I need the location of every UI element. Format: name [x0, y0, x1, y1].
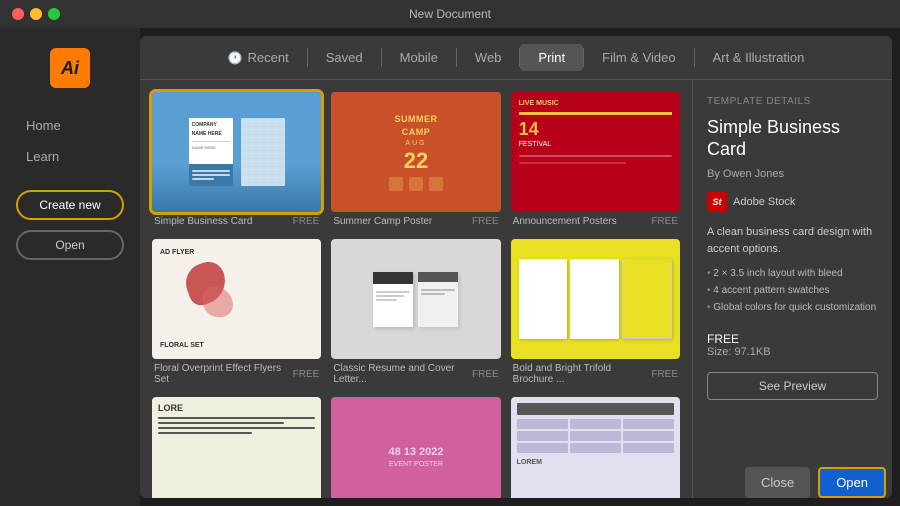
details-bullet-2: 4 accent pattern swatches — [707, 282, 878, 299]
template-thumb-calendar[interactable]: LOREM — [511, 397, 680, 498]
ai-logo: Ai — [50, 48, 90, 88]
sidebar-item-home[interactable]: Home — [16, 112, 124, 139]
new-document-dialog: 🕐 Recent Saved Mobile Web Print Film & V… — [140, 36, 892, 498]
sidebar: Ai Home Learn Create new Open — [0, 28, 140, 506]
template-item-trifold[interactable]: Bold and Bright Trifold Brochure ... FRE… — [511, 239, 680, 387]
traffic-lights — [0, 8, 60, 20]
template-thumb-pink[interactable]: 48 13 2022 EVENT POSTER — [331, 397, 500, 498]
grid-svg — [241, 118, 285, 186]
close-dialog-button[interactable]: Close — [745, 467, 810, 498]
template-thumb-trifold[interactable] — [511, 239, 680, 359]
sidebar-item-learn[interactable]: Learn — [16, 143, 124, 170]
tab-web[interactable]: Web — [457, 44, 520, 71]
window-title: New Document — [409, 7, 491, 21]
see-preview-button[interactable]: See Preview — [707, 372, 878, 400]
template-item-lorem[interactable]: LORE — [152, 397, 321, 498]
template-thumb-floral[interactable]: AD FLYER FLORAL SET — [152, 239, 321, 359]
sidebar-actions: Create new Open — [0, 190, 140, 260]
template-thumb-announcement[interactable]: LIVE MUSIC 14 FESTIVAL — [511, 92, 680, 212]
details-size: Size: 97.1KB — [707, 346, 878, 358]
template-grid-area: COMPANY NAME HERE NAME HERE — [140, 80, 692, 498]
template-item-summer-camp[interactable]: SUMMER CAMP AUG 22 — [331, 92, 500, 229]
tab-recent[interactable]: 🕐 Recent — [210, 44, 307, 71]
biz-card-front: COMPANY NAME HERE NAME HERE — [189, 118, 233, 186]
template-item-floral[interactable]: AD FLYER FLORAL SET Floral Overprint Eff… — [152, 239, 321, 387]
details-title: Simple Business Card — [707, 117, 878, 160]
template-item-resume[interactable]: Classic Resume and Cover Letter... FREE — [331, 239, 500, 387]
adobe-stock-badge: St Adobe Stock — [707, 192, 878, 212]
calendar-preview: LOREM — [511, 397, 680, 498]
template-label-trifold: Bold and Bright Trifold Brochure ... FRE… — [511, 359, 680, 387]
minimize-button[interactable] — [30, 8, 42, 20]
details-description: A clean business card design with accent… — [707, 224, 878, 257]
tabs-bar: 🕐 Recent Saved Mobile Web Print Film & V… — [140, 36, 892, 80]
tab-mobile[interactable]: Mobile — [382, 44, 456, 71]
template-item-announcement[interactable]: LIVE MUSIC 14 FESTIVAL Announcement Post… — [511, 92, 680, 229]
details-author: By Owen Jones — [707, 168, 878, 180]
template-item-pink[interactable]: 48 13 2022 EVENT POSTER — [331, 397, 500, 498]
sidebar-nav: Home Learn — [0, 112, 140, 170]
main-container: Ai Home Learn Create new Open 🕐 Recent S… — [0, 28, 900, 506]
title-bar: New Document — [0, 0, 900, 28]
floral-preview: AD FLYER FLORAL SET — [152, 239, 321, 359]
maximize-button[interactable] — [48, 8, 60, 20]
template-thumb-summer-camp[interactable]: SUMMER CAMP AUG 22 — [331, 92, 500, 212]
resume-preview — [331, 239, 500, 359]
announcement-preview: LIVE MUSIC 14 FESTIVAL — [511, 92, 680, 212]
template-thumb-resume[interactable] — [331, 239, 500, 359]
template-label-resume: Classic Resume and Cover Letter... FREE — [331, 359, 500, 387]
details-section-label: TEMPLATE DETAILS — [707, 96, 878, 107]
details-panel: TEMPLATE DETAILS Simple Business Card By… — [692, 80, 892, 498]
business-card-preview: COMPANY NAME HERE NAME HERE — [152, 92, 321, 212]
template-label-floral: Floral Overprint Effect Flyers Set FREE — [152, 359, 321, 387]
trifold-preview — [511, 239, 680, 359]
template-grid: COMPANY NAME HERE NAME HERE — [152, 92, 680, 498]
tab-art-illustration[interactable]: Art & Illustration — [695, 44, 823, 71]
tab-film-video[interactable]: Film & Video — [584, 44, 693, 71]
template-thumb-lorem[interactable]: LORE — [152, 397, 321, 498]
adobe-stock-label: Adobe Stock — [733, 196, 795, 208]
open-button[interactable]: Open — [16, 230, 124, 260]
template-thumb-business-card[interactable]: COMPANY NAME HERE NAME HERE — [152, 92, 321, 212]
pink-preview: 48 13 2022 EVENT POSTER — [331, 397, 500, 498]
template-label-business-card: Simple Business Card FREE — [152, 212, 321, 229]
create-new-button[interactable]: Create new — [16, 190, 124, 220]
template-label-announcement: Announcement Posters FREE — [511, 212, 680, 229]
details-bullet-1: 2 × 3.5 inch layout with bleed — [707, 265, 878, 282]
details-bullet-3: Global colors for quick customization — [707, 299, 878, 316]
details-bullets: 2 × 3.5 inch layout with bleed 4 accent … — [707, 265, 878, 316]
template-item-calendar[interactable]: LOREM — [511, 397, 680, 498]
open-dialog-button[interactable]: Open — [818, 467, 886, 498]
tab-saved[interactable]: Saved — [308, 44, 381, 71]
close-button[interactable] — [12, 8, 24, 20]
adobe-stock-logo: St — [707, 192, 727, 212]
template-label-summer-camp: Summer Camp Poster FREE — [331, 212, 500, 229]
tab-print[interactable]: Print — [520, 44, 583, 71]
dialog-content: COMPANY NAME HERE NAME HERE — [140, 80, 892, 498]
biz-card-back — [241, 118, 285, 186]
details-price: FREE — [707, 332, 878, 346]
lorem-preview: LORE — [152, 397, 321, 498]
template-item-business-card[interactable]: COMPANY NAME HERE NAME HERE — [152, 92, 321, 229]
summer-camp-preview: SUMMER CAMP AUG 22 — [331, 92, 500, 212]
app-footer: Close Open — [731, 459, 900, 506]
